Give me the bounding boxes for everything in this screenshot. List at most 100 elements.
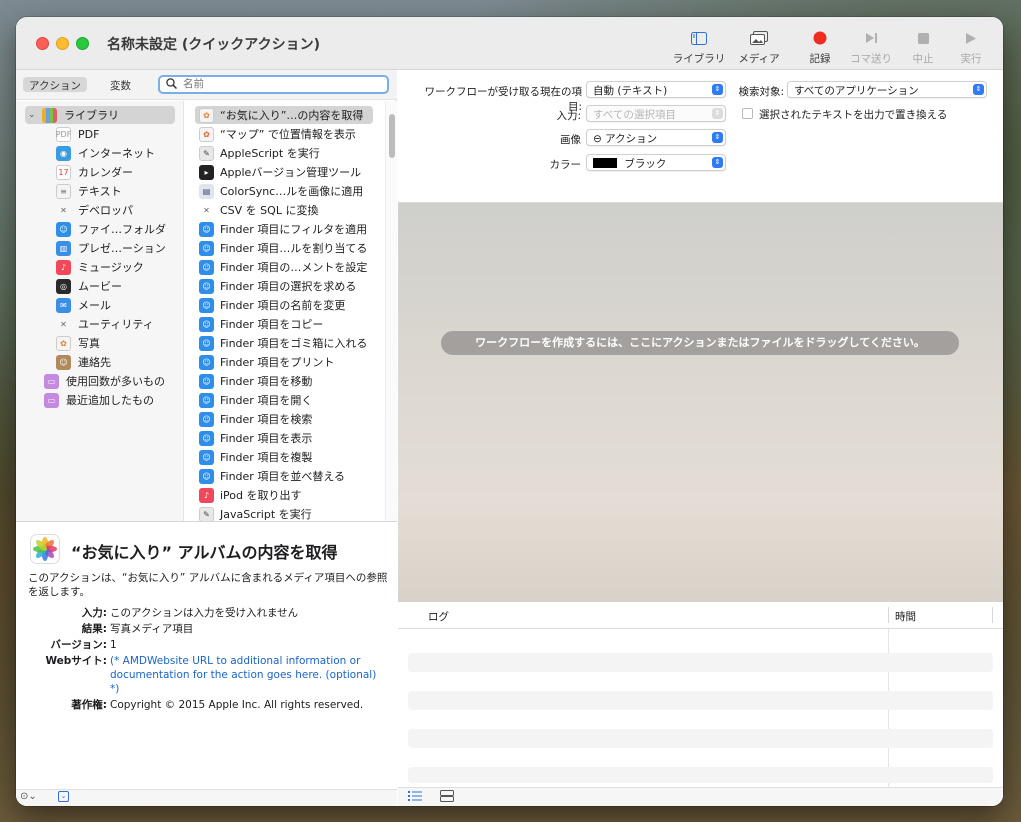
tab-variables[interactable]: 変数 (104, 77, 137, 92)
workflow-settings: ワークフローが受け取る現在の項目: 自動 (テキスト) ⇕ 検索対象: すべての… (398, 70, 1003, 203)
drop-hint: ワークフローを作成するには、ここにアクションまたはファイルをドラッグしてください… (441, 331, 959, 355)
list-view-icon[interactable] (408, 790, 422, 805)
close-window-button[interactable] (36, 37, 49, 50)
log-header: ログ 時間 (398, 602, 1003, 629)
description-toggle-icon[interactable]: ⌄ (58, 791, 69, 802)
action-item[interactable]: ☺ Finder 項目を移動 (195, 372, 373, 390)
finder-icon: ☺ (199, 335, 214, 351)
library-item[interactable]: ✿ 写真 (56, 334, 100, 352)
action-item[interactable]: ☺ Finder 項目の…メントを設定 (195, 258, 373, 276)
input-popup[interactable]: すべての選択項目 ⇕ (586, 105, 726, 122)
search-input[interactable] (183, 77, 383, 91)
disclosure-triangle-icon[interactable]: ⌄ (28, 110, 38, 120)
action-item-label: Appleバージョン管理ツール (220, 166, 362, 179)
action-item[interactable]: ✿ “マップ” で位置情報を表示 (195, 125, 373, 143)
popup-stepper-icon: ⇕ (712, 157, 723, 168)
globe-icon: ◉ (56, 145, 71, 161)
color-swatch (593, 158, 617, 168)
action-item[interactable]: ✕ CSV を SQL に変換 (195, 201, 373, 219)
library-item[interactable]: ◉ インターネット (56, 144, 155, 162)
search-field[interactable] (158, 75, 389, 94)
library-item[interactable]: 17 カレンダー (56, 163, 133, 181)
color-popup[interactable]: ブラック ⇕ (586, 154, 726, 171)
actions-scrollbar[interactable] (385, 101, 397, 521)
more-options-icon[interactable]: ⊙⌄ (20, 791, 37, 802)
run-button[interactable]: 実行 (943, 27, 999, 66)
image-popup[interactable]: ⊖ アクション ⇕ (586, 129, 726, 146)
action-item[interactable]: ☺ Finder 項目を複製 (195, 448, 373, 466)
zoom-window-button[interactable] (76, 37, 89, 50)
record-button[interactable]: 記録 (792, 27, 848, 66)
library-item[interactable]: ◎ ムービー (56, 277, 122, 295)
library-item[interactable]: ♪ ミュージック (56, 258, 144, 276)
photos-icon: ✿ (56, 335, 71, 351)
window-title: 名称未設定 (クイックアクション) (107, 37, 320, 53)
library-item-label: テキスト (78, 185, 122, 198)
action-item[interactable]: ☺ Finder 項目をプリント (195, 353, 373, 371)
media-button[interactable]: メディア (731, 27, 787, 66)
minimize-window-button[interactable] (56, 37, 69, 50)
action-item[interactable]: ☺ Finder 項目を並べ替える (195, 467, 373, 485)
action-item[interactable]: ✎ JavaScript を実行 (195, 505, 373, 521)
action-item[interactable]: ☺ Finder 項目を開く (195, 391, 373, 409)
step-button[interactable]: コマ送り (843, 27, 899, 66)
action-item[interactable]: ☺ Finder 項目にフィルタを適用 (195, 220, 373, 238)
action-item[interactable]: ♪ iPod を取り出す (195, 486, 373, 504)
library-item[interactable]: ☺ 連絡先 (56, 353, 111, 371)
image-value: ⊖ アクション (593, 133, 658, 145)
receives-popup[interactable]: 自動 (テキスト) ⇕ (586, 81, 726, 98)
input-label: 入力: (556, 110, 581, 122)
action-item[interactable]: ☺ Finder 項目の選択を求める (195, 277, 373, 295)
tab-actions[interactable]: アクション (23, 77, 87, 92)
action-item-label: Finder 項目の…メントを設定 (220, 261, 368, 274)
finder-icon: ☺ (199, 278, 214, 294)
library-search-bar: アクション 変数 (16, 70, 397, 100)
action-item[interactable]: ☺ Finder 項目をゴミ箱に入れる (195, 334, 373, 352)
action-item-label: Finder 項目をコピー (220, 318, 324, 331)
description-title: “お気に入り” アルバムの内容を取得 (71, 543, 338, 562)
library-root-item[interactable]: ⌄ ライブラリ (25, 106, 175, 124)
library-item-label: ムービー (78, 280, 122, 293)
action-item-label: Finder 項目を検索 (220, 413, 313, 426)
target-value: すべてのアプリケーション (794, 85, 919, 97)
workflow-canvas[interactable]: ワークフローを作成するには、ここにアクションまたはファイルをドラッグしてください… (398, 203, 1003, 601)
library-item[interactable]: ✉ メール (56, 296, 111, 314)
library-item[interactable]: ☺ ファイ…フォルダ (56, 220, 166, 238)
log-column-header[interactable]: ログ (428, 609, 449, 624)
action-item[interactable]: ✿ “お気に入り”…の内容を取得 (195, 106, 373, 124)
library-item[interactable]: ✕ デベロッパ (56, 201, 133, 219)
action-item[interactable]: ☺ Finder 項目…ルを割り当てる (195, 239, 373, 257)
action-item[interactable]: ▤ ColorSync…ルを画像に適用 (195, 182, 373, 200)
split-view-icon[interactable] (440, 790, 454, 805)
website-link[interactable]: (* AMDWebsite URL to additional informat… (110, 654, 385, 696)
replace-text-checkbox[interactable] (742, 108, 753, 119)
library-item[interactable]: ▥ プレゼ…ーション (56, 239, 166, 257)
actions-list: ✿ “お気に入り”…の内容を取得 ✿ “マップ” で位置情報を表示 ✎ AppleScri… (185, 101, 384, 521)
library-button[interactable]: ライブラリ (671, 27, 727, 66)
copyright-key: 著作権: (71, 699, 107, 711)
action-item[interactable]: ☺ Finder 項目を表示 (195, 429, 373, 447)
action-item[interactable]: ☺ Finder 項目をコピー (195, 315, 373, 333)
action-item[interactable]: ▸ Appleバージョン管理ツール (195, 163, 373, 181)
action-item[interactable]: ✎ AppleScript を実行 (195, 144, 373, 162)
target-popup[interactable]: すべてのアプリケーション ⇕ (787, 81, 987, 98)
finder-icon: ☺ (199, 430, 214, 446)
utility-icon: ✕ (60, 319, 67, 329)
version-key: バージョン: (50, 639, 108, 651)
action-item[interactable]: ☺ Finder 項目の名前を変更 (195, 296, 373, 314)
smart-group-item[interactable]: ▭ 最近追加したもの (44, 391, 154, 409)
time-column-header[interactable]: 時間 (895, 609, 916, 624)
library-item[interactable]: PDF PDF (56, 125, 99, 143)
finder-icon: ☺ (56, 221, 71, 237)
action-item[interactable]: ☺ Finder 項目を検索 (195, 410, 373, 428)
automator-window: 名称未設定 (クイックアクション) ライブラリ メディア 記録 コマ送り 中止 … (16, 17, 1003, 806)
library-item[interactable]: ✕ ユーティリティ (56, 315, 154, 333)
record-button-label: 記録 (809, 53, 831, 65)
text-icon: ≡ (56, 183, 71, 199)
finder-icon: ☺ (199, 449, 214, 465)
smart-group-item[interactable]: ▭ 使用回数が多いもの (44, 372, 165, 390)
library-item-label: ミュージック (78, 261, 144, 274)
scrollbar-thumb[interactable] (389, 114, 395, 158)
library-item[interactable]: ≡ テキスト (56, 182, 122, 200)
image-label: 画像 (560, 134, 581, 146)
